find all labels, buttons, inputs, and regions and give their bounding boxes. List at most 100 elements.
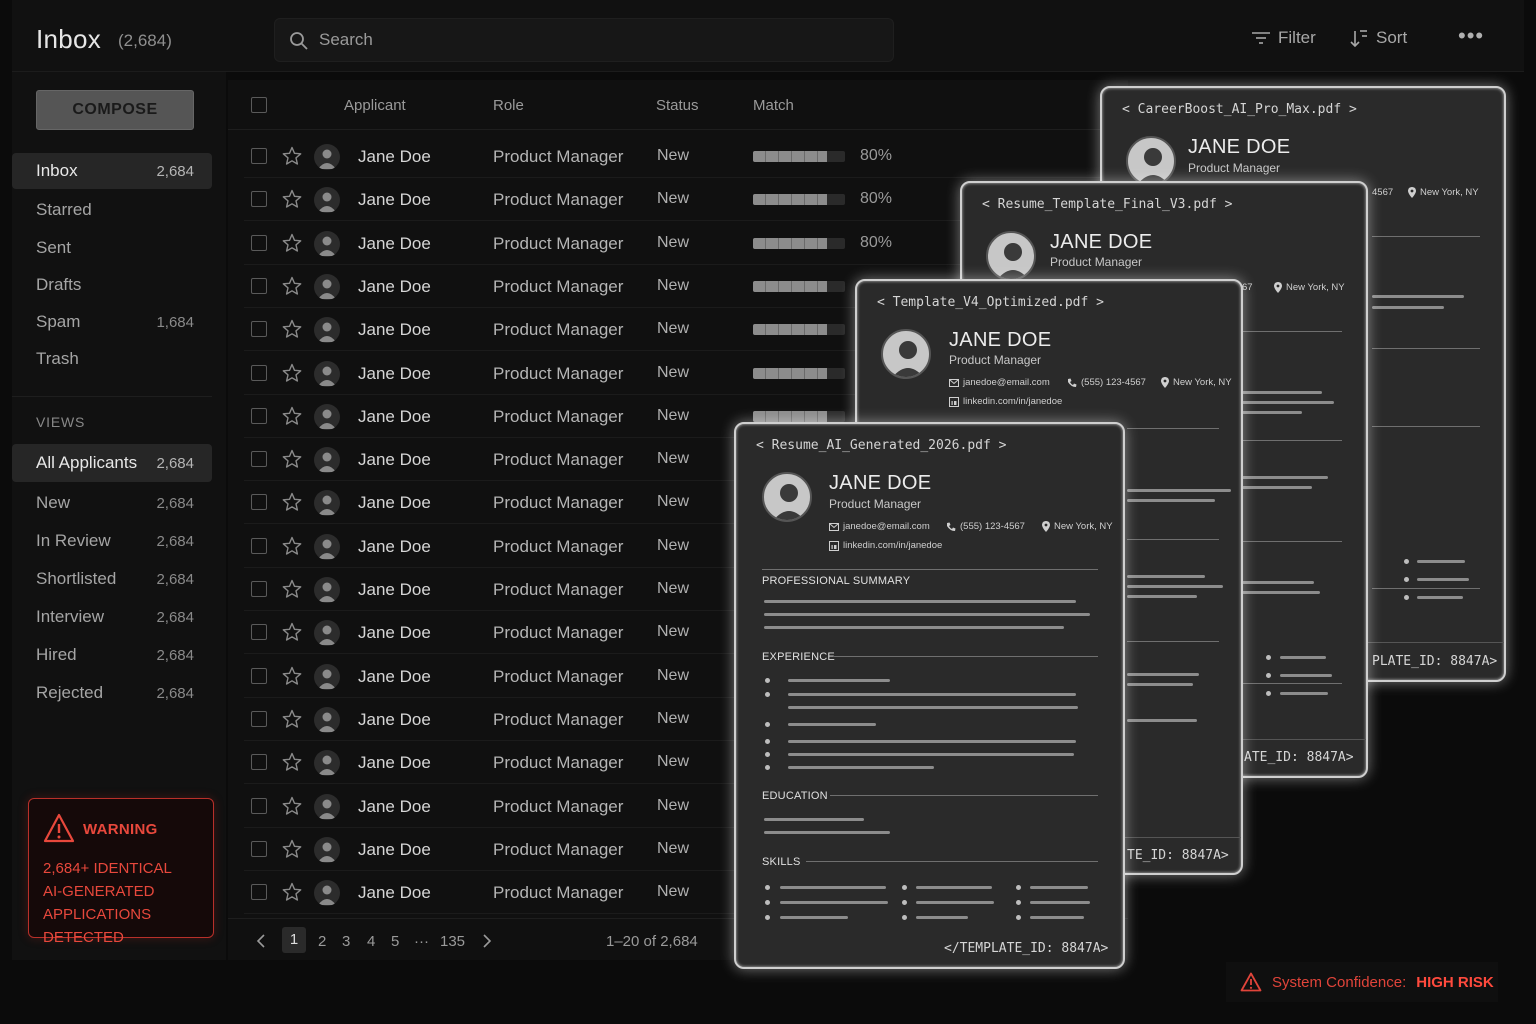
view-item-new[interactable]: New 2,684 <box>12 485 212 521</box>
row-checkbox[interactable] <box>251 321 267 338</box>
sidebar-item-starred[interactable]: Starred <box>12 192 212 228</box>
page-link[interactable]: 135 <box>440 933 465 950</box>
sidebar-item-spam[interactable]: Spam 1,684 <box>12 304 212 340</box>
row-checkbox[interactable] <box>251 754 267 771</box>
view-item-hired[interactable]: Hired 2,684 <box>12 637 212 673</box>
sidebar-item-label: Drafts <box>36 275 82 294</box>
star-icon[interactable] <box>282 319 302 339</box>
row-checkbox[interactable] <box>251 148 267 164</box>
view-item-all-applicants[interactable]: All Applicants 2,684 <box>12 444 212 482</box>
star-icon[interactable] <box>282 709 302 729</box>
star-icon[interactable] <box>282 363 302 383</box>
resume-card[interactable]: < Resume_AI_Generated_2026.pdf > JANE DO… <box>734 422 1125 969</box>
column-header-applicant[interactable]: Applicant <box>344 97 406 114</box>
search-input[interactable] <box>319 19 879 61</box>
star-icon[interactable] <box>282 276 302 296</box>
column-header-role[interactable]: Role <box>493 97 524 114</box>
star-icon[interactable] <box>282 233 302 253</box>
page-link[interactable]: 2 <box>318 933 326 950</box>
text-line <box>1127 595 1197 598</box>
mail-icon <box>829 522 839 531</box>
star-icon[interactable] <box>282 449 302 469</box>
avatar <box>314 360 340 387</box>
row-checkbox[interactable] <box>251 537 267 554</box>
column-header-status[interactable]: Status <box>656 97 699 114</box>
match-bar <box>753 324 845 336</box>
row-checkbox[interactable] <box>251 710 267 727</box>
compose-button[interactable]: COMPOSE <box>36 90 194 130</box>
resume-email: janedoe@email.com <box>829 521 930 532</box>
row-checkbox[interactable] <box>251 407 267 424</box>
star-icon[interactable] <box>282 189 302 209</box>
star-icon[interactable] <box>282 406 302 426</box>
row-checkbox[interactable] <box>251 667 267 684</box>
table-row[interactable]: Jane Doe Product Manager New 80% <box>244 135 1124 178</box>
page-link[interactable]: 4 <box>367 933 375 950</box>
star-icon[interactable] <box>282 839 302 859</box>
row-checkbox[interactable] <box>251 624 267 641</box>
text-line <box>1280 692 1328 695</box>
sidebar-item-inbox[interactable]: Inbox 2,684 <box>12 153 212 189</box>
page-link[interactable]: 5 <box>391 933 399 950</box>
more-options-icon[interactable]: ••• <box>1458 25 1486 48</box>
resume-name: JANE DOE <box>949 329 1052 351</box>
search-box[interactable] <box>274 18 894 62</box>
row-checkbox[interactable] <box>251 364 267 381</box>
view-item-label: In Review <box>36 531 111 550</box>
star-icon[interactable] <box>282 492 302 512</box>
filter-button[interactable]: Filter <box>1252 28 1316 48</box>
star-icon[interactable] <box>282 579 302 599</box>
section-heading-experience: EXPERIENCE <box>762 651 835 663</box>
bullet <box>1266 673 1271 678</box>
star-icon[interactable] <box>282 752 302 772</box>
avatar <box>314 706 340 733</box>
row-checkbox[interactable] <box>251 494 267 511</box>
sidebar-item-sent[interactable]: Sent <box>12 230 212 266</box>
column-header-match[interactable]: Match <box>753 97 794 114</box>
star-icon[interactable] <box>282 622 302 642</box>
select-all-checkbox[interactable] <box>251 97 267 113</box>
row-checkbox[interactable] <box>251 840 267 857</box>
avatar <box>314 187 340 214</box>
text-line <box>1242 401 1334 404</box>
view-item-shortlisted[interactable]: Shortlisted 2,684 <box>12 561 212 597</box>
row-checkbox[interactable] <box>251 234 267 251</box>
sidebar-item-trash[interactable]: Trash <box>12 341 212 377</box>
page-link[interactable]: 3 <box>342 933 350 950</box>
bullet <box>1016 900 1021 905</box>
bullet <box>765 692 770 697</box>
applicant-status: New <box>657 233 690 251</box>
divider <box>1242 541 1342 542</box>
applicant-name: Jane Doe <box>358 450 431 470</box>
chevron-right-icon[interactable] <box>482 934 492 948</box>
bullet <box>1016 885 1021 890</box>
star-icon[interactable] <box>282 146 302 166</box>
sort-button[interactable]: Sort <box>1350 28 1407 48</box>
warning-title: WARNING <box>83 821 158 838</box>
row-checkbox[interactable] <box>251 581 267 597</box>
star-icon[interactable] <box>282 666 302 686</box>
inbox-count: (2,684) <box>118 31 172 50</box>
sidebar-item-drafts[interactable]: Drafts <box>12 267 212 303</box>
row-checkbox[interactable] <box>251 451 267 468</box>
applicant-status: New <box>657 276 690 294</box>
applicant-name: Jane Doe <box>358 276 431 296</box>
view-item-rejected[interactable]: Rejected 2,684 <box>12 675 212 711</box>
row-checkbox[interactable] <box>251 797 267 814</box>
view-item-label: All Applicants <box>36 453 138 472</box>
star-icon[interactable] <box>282 536 302 556</box>
row-checkbox[interactable] <box>251 884 267 901</box>
star-icon[interactable] <box>282 882 302 902</box>
applicant-role: Product Manager <box>493 580 624 599</box>
view-item-interview[interactable]: Interview 2,684 <box>12 599 212 635</box>
view-item-in-review[interactable]: In Review 2,684 <box>12 523 212 559</box>
text-line <box>788 693 1076 696</box>
chevron-left-icon[interactable] <box>256 934 266 948</box>
avatar <box>314 663 340 690</box>
text-line <box>1242 486 1312 489</box>
resume-phone: 67 <box>1242 282 1253 293</box>
row-checkbox[interactable] <box>251 191 267 208</box>
star-icon[interactable] <box>282 796 302 816</box>
row-checkbox[interactable] <box>251 277 267 294</box>
page-link-current[interactable]: 1 <box>282 927 306 953</box>
